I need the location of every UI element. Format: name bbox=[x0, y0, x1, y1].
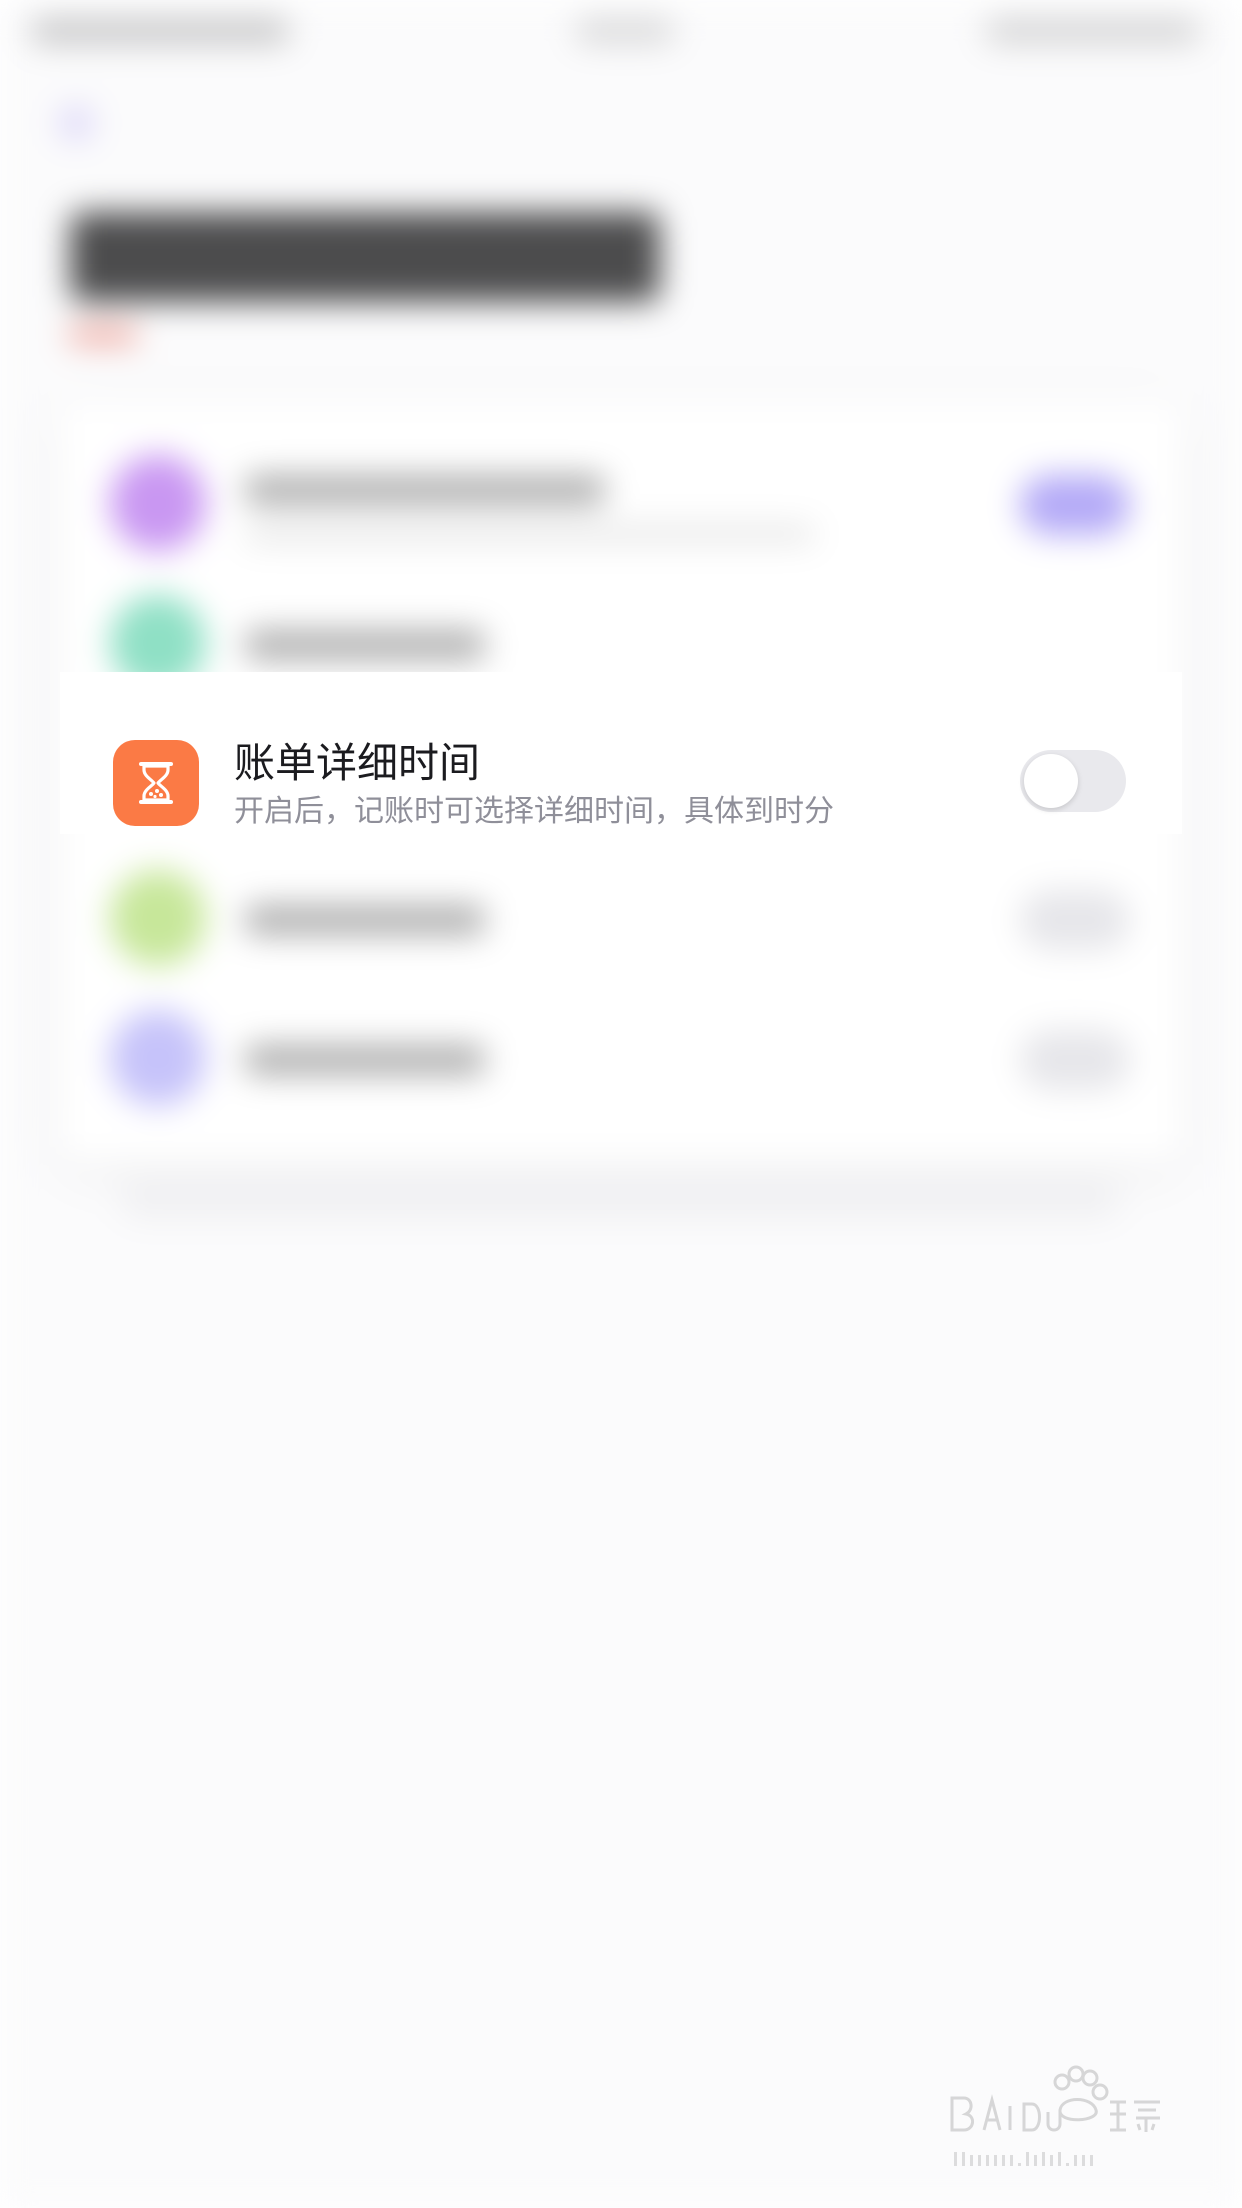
setting-row-icon bbox=[110, 455, 206, 551]
setting-row-icon bbox=[110, 870, 206, 966]
watermark-logo bbox=[950, 2060, 1180, 2180]
setting-row-title bbox=[245, 630, 485, 660]
title-underline bbox=[68, 328, 138, 342]
setting-row-description bbox=[245, 525, 815, 543]
hourglass-icon bbox=[113, 740, 199, 826]
setting-row-title bbox=[245, 1045, 485, 1075]
blurred-background bbox=[0, 0, 1242, 2208]
card-footer bbox=[120, 1180, 1120, 1220]
setting-toggle bbox=[1020, 1030, 1130, 1090]
status-bar-left bbox=[30, 18, 290, 44]
setting-toggle bbox=[1020, 475, 1130, 535]
setting-title: 账单详细时间 bbox=[234, 739, 480, 787]
setting-description: 开启后，记账时可选择详细时间，具体到时分 bbox=[234, 794, 834, 829]
back-icon bbox=[58, 105, 94, 141]
toggle-knob bbox=[1024, 754, 1078, 808]
status-bar-right bbox=[985, 18, 1200, 44]
setting-toggle bbox=[1020, 890, 1130, 950]
bill-detail-time-toggle[interactable] bbox=[1020, 750, 1126, 812]
page-title bbox=[70, 212, 660, 302]
status-bar-center bbox=[575, 18, 675, 44]
setting-row-bill-detail-time: 账单详细时间 开启后，记账时可选择详细时间，具体到时分 bbox=[60, 672, 1182, 834]
setting-row-icon bbox=[110, 1010, 206, 1106]
setting-row-title bbox=[245, 905, 485, 935]
setting-row-title bbox=[245, 475, 605, 505]
